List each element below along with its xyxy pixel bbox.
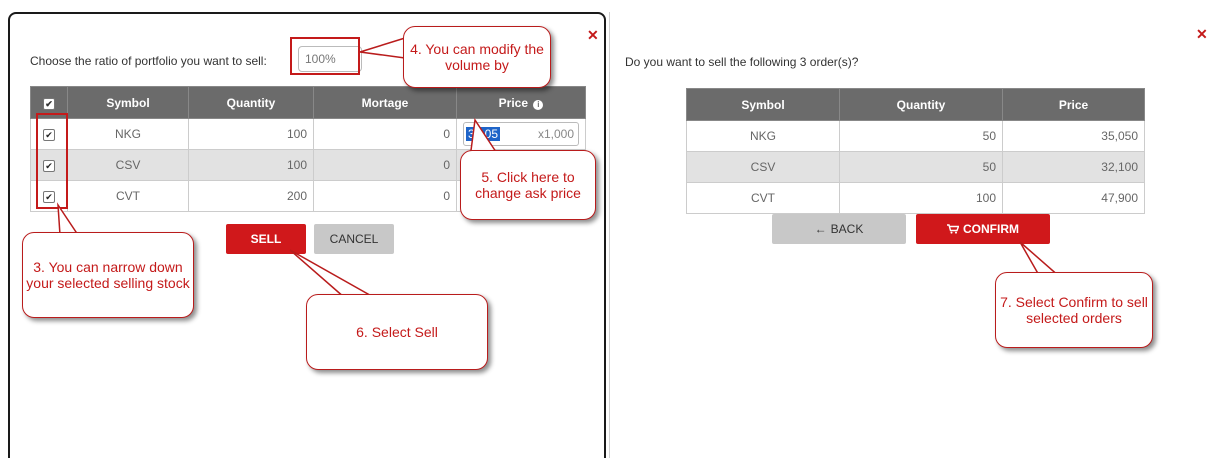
cell-price: 35,050 [1002, 120, 1145, 152]
col-quantity: Quantity [839, 88, 1003, 121]
info-icon[interactable]: i [533, 99, 544, 110]
callout-3: 3. You can narrow down your selected sel… [22, 232, 194, 318]
confirm-button[interactable]: CONFIRM [916, 214, 1050, 244]
price-unit: x1,000 [537, 127, 574, 141]
ratio-label: Choose the ratio of portfolio you want t… [30, 54, 267, 68]
cell-symbol: CSV [686, 151, 840, 183]
cell-symbol: CVT [67, 180, 189, 212]
cell-quantity: 200 [188, 180, 314, 212]
confirm-table: Symbol Quantity Price NKG 50 35,050 CSV … [686, 88, 1145, 214]
back-button[interactable]: ← BACK [772, 214, 906, 244]
cell-symbol: CSV [67, 149, 189, 181]
cell-symbol: CVT [686, 182, 840, 214]
cell-quantity: 100 [188, 118, 314, 150]
cell-price: 35.05 x1,000 [456, 118, 586, 150]
cell-symbol: NKG [67, 118, 189, 150]
sell-button[interactable]: SELL [226, 224, 306, 254]
back-label: BACK [830, 222, 864, 236]
col-mortgage: Mortage [313, 86, 457, 119]
cart-icon [947, 224, 959, 234]
cell-mortgage: 0 [313, 118, 457, 150]
col-symbol: Symbol [686, 88, 840, 121]
col-price-label: Price [498, 95, 528, 110]
arrow-left-icon: ← [814, 222, 827, 236]
confirm-label: CONFIRM [963, 222, 1019, 236]
cell-mortgage: 0 [313, 149, 457, 181]
cell-quantity: 100 [839, 182, 1003, 214]
table-row: CSV 50 32,100 [686, 151, 1145, 183]
price-input[interactable]: 35.05 x1,000 [463, 122, 579, 146]
checkbox-highlight-box [36, 113, 68, 209]
close-icon[interactable]: ✕ [1196, 27, 1208, 41]
col-quantity: Quantity [188, 86, 314, 119]
cell-quantity: 100 [188, 149, 314, 181]
confirm-dialog: ✕ Do you want to sell the following 3 or… [609, 12, 1211, 458]
cell-quantity: 50 [839, 120, 1003, 152]
confirm-question: Do you want to sell the following 3 orde… [625, 55, 859, 69]
cell-symbol: NKG [686, 120, 840, 152]
cancel-button[interactable]: CANCEL [314, 224, 394, 254]
callout-5: 5. Click here to change ask price [460, 150, 596, 220]
cell-price: 32,100 [1002, 151, 1145, 183]
ratio-highlight-box [290, 37, 360, 75]
callout-7: 7. Select Confirm to sell selected order… [995, 272, 1153, 348]
cell-quantity: 50 [839, 151, 1003, 183]
table-row: ✔ NKG 100 0 35.05 x1,000 [30, 118, 586, 150]
cell-mortgage: 0 [313, 180, 457, 212]
callout-4: 4. You can modify the volume by [403, 26, 551, 88]
close-icon[interactable]: ✕ [587, 28, 599, 42]
col-symbol: Symbol [67, 86, 189, 119]
select-all-checkbox[interactable]: ✔ [43, 97, 55, 110]
callout-6: 6. Select Sell [306, 294, 488, 370]
price-value[interactable]: 35.05 [466, 127, 501, 141]
col-price: Price [1002, 88, 1145, 121]
cell-price: 47,900 [1002, 182, 1145, 214]
table-row: CVT 100 47,900 [686, 182, 1145, 214]
table-row: NKG 50 35,050 [686, 120, 1145, 152]
col-price: Price i [456, 86, 586, 119]
